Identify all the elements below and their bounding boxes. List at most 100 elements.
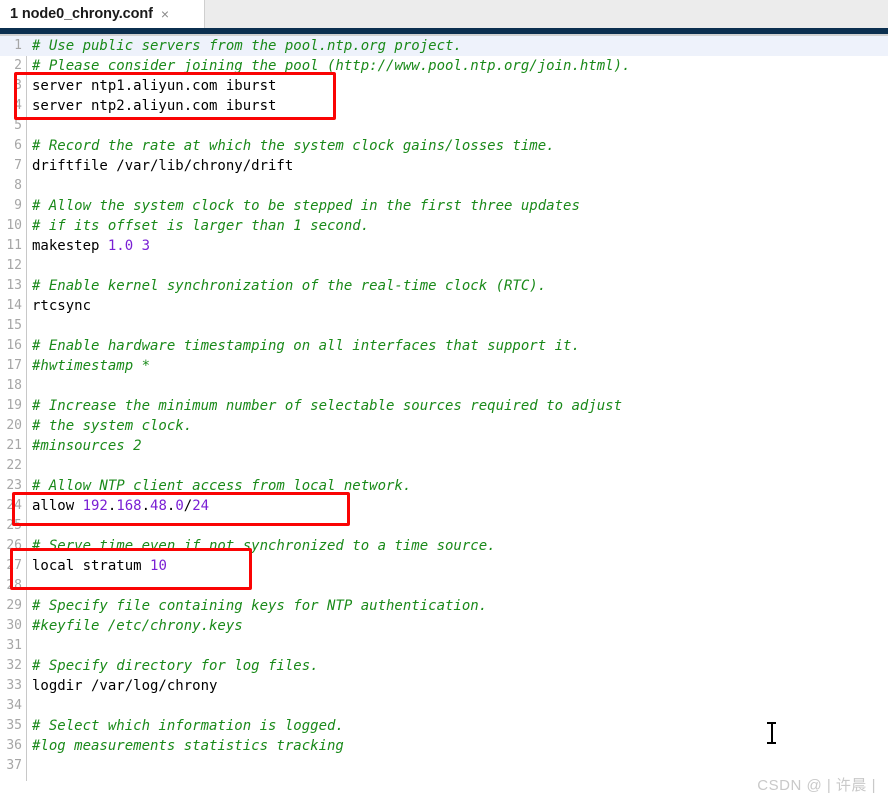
- code-line-text: # Allow NTP client access from local net…: [32, 476, 411, 496]
- code-line[interactable]: 7 driftfile /var/lib/chrony/drift: [0, 156, 888, 176]
- code-line[interactable]: 24 allow 192.168.48.0/24: [0, 496, 888, 516]
- code-line[interactable]: 23 # Allow NTP client access from local n…: [0, 476, 888, 496]
- code-line[interactable]: 5: [0, 116, 888, 136]
- code-token: .: [141, 498, 151, 514]
- line-number: 35: [6, 718, 22, 733]
- line-number: 2: [14, 58, 22, 73]
- code-line[interactable]: 27 local stratum 10: [0, 556, 888, 576]
- code-line[interactable]: 31: [0, 636, 888, 656]
- code-token: # Specify directory for log files.: [32, 658, 319, 674]
- line-number: 14: [6, 298, 22, 313]
- code-line-text: makestep 1.0 3: [32, 236, 150, 256]
- code-token: # Please consider joining the pool (http…: [32, 58, 631, 74]
- code-line[interactable]: 13 # Enable kernel synchronization of the…: [0, 276, 888, 296]
- close-icon[interactable]: ×: [161, 7, 169, 21]
- tab-label: 1 node0_chrony.conf: [10, 6, 153, 22]
- code-line[interactable]: 17 #hwtimestamp *: [0, 356, 888, 376]
- code-line[interactable]: 30 #keyfile /etc/chrony.keys: [0, 616, 888, 636]
- line-number: 21: [6, 438, 22, 453]
- code-token: # Select which information is logged.: [32, 718, 344, 734]
- code-token: #keyfile /etc/chrony.keys: [32, 618, 243, 634]
- code-token: #log measurements statistics tracking: [32, 738, 344, 754]
- code-token: server ntp2.aliyun.com iburst: [32, 98, 277, 114]
- code-token: # Specify file containing keys for NTP a…: [32, 598, 488, 614]
- code-line[interactable]: 11 makestep 1.0 3: [0, 236, 888, 256]
- code-line[interactable]: 19 # Increase the minimum number of selec…: [0, 396, 888, 416]
- code-editor[interactable]: 1 # Use public servers from the pool.ntp.…: [0, 36, 888, 805]
- code-token: rtcsync: [32, 298, 92, 314]
- code-line[interactable]: 37: [0, 756, 888, 776]
- line-number: 20: [6, 418, 22, 433]
- line-number: 34: [6, 698, 22, 713]
- code-token: server ntp1.aliyun.com iburst: [32, 78, 277, 94]
- code-line[interactable]: 22: [0, 456, 888, 476]
- code-token: 168: [116, 498, 142, 514]
- line-number: 9: [14, 198, 22, 213]
- code-line[interactable]: 9 # Allow the system clock to be stepped …: [0, 196, 888, 216]
- code-line[interactable]: 15: [0, 316, 888, 336]
- code-token: # Serve time even if not synchronized to…: [32, 538, 496, 554]
- code-line[interactable]: 33 logdir /var/log/chrony: [0, 676, 888, 696]
- code-line[interactable]: 26 # Serve time even if not synchronized …: [0, 536, 888, 556]
- code-token: local stratum: [32, 558, 151, 574]
- line-number: 7: [14, 158, 22, 173]
- code-line-text: #keyfile /etc/chrony.keys: [32, 616, 243, 636]
- code-line[interactable]: 36 #log measurements statistics tracking: [0, 736, 888, 756]
- code-line-text: # Increase the minimum number of selecta…: [32, 396, 622, 416]
- code-token: # Enable kernel synchronization of the r…: [32, 278, 547, 294]
- code-line[interactable]: 1 # Use public servers from the pool.ntp.…: [0, 36, 888, 56]
- code-token: 1.0 3: [107, 238, 151, 254]
- code-line[interactable]: 10 # if its offset is larger than 1 secon…: [0, 216, 888, 236]
- code-line[interactable]: 34: [0, 696, 888, 716]
- line-number: 5: [14, 118, 22, 133]
- code-line[interactable]: 14 rtcsync: [0, 296, 888, 316]
- code-line-text: # Record the rate at which the system cl…: [32, 136, 555, 156]
- code-line[interactable]: 29 # Specify file containing keys for NTP…: [0, 596, 888, 616]
- line-number: 10: [6, 218, 22, 233]
- code-line[interactable]: 16 # Enable hardware timestamping on all …: [0, 336, 888, 356]
- code-line[interactable]: 6 # Record the rate at which the system c…: [0, 136, 888, 156]
- code-line-text: # Select which information is logged.: [32, 716, 344, 736]
- code-line[interactable]: 8: [0, 176, 888, 196]
- line-number: 17: [6, 358, 22, 373]
- code-token: # the system clock.: [32, 418, 193, 434]
- code-line-text: local stratum 10: [32, 556, 167, 576]
- code-token: 192: [82, 498, 108, 514]
- code-line-list: 1 # Use public servers from the pool.ntp.…: [0, 36, 888, 776]
- line-number: 37: [6, 758, 22, 773]
- line-number: 8: [14, 178, 22, 193]
- code-token: # Allow NTP client access from local net…: [32, 478, 412, 494]
- tab-node0-chrony-conf[interactable]: 1 node0_chrony.conf ×: [0, 0, 205, 28]
- code-token: 10: [150, 558, 167, 574]
- code-token: # Record the rate at which the system cl…: [32, 138, 555, 154]
- code-line[interactable]: 35 # Select which information is logged.: [0, 716, 888, 736]
- line-number: 32: [6, 658, 22, 673]
- code-line[interactable]: 4 server ntp2.aliyun.com iburst: [0, 96, 888, 116]
- code-line-text: # Use public servers from the pool.ntp.o…: [32, 36, 462, 56]
- code-line[interactable]: 28: [0, 576, 888, 596]
- code-line[interactable]: 20 # the system clock.: [0, 416, 888, 436]
- code-line-text: server ntp1.aliyun.com iburst: [32, 76, 276, 96]
- code-token: #hwtimestamp *: [32, 358, 151, 374]
- code-line-text: server ntp2.aliyun.com iburst: [32, 96, 276, 116]
- code-line-text: #hwtimestamp *: [32, 356, 150, 376]
- code-line-text: #log measurements statistics tracking: [32, 736, 344, 756]
- code-line[interactable]: 32 # Specify directory for log files.: [0, 656, 888, 676]
- line-number: 18: [6, 378, 22, 393]
- code-line-text: # Serve time even if not synchronized to…: [32, 536, 496, 556]
- line-number: 33: [6, 678, 22, 693]
- code-line[interactable]: 25: [0, 516, 888, 536]
- line-number: 4: [14, 98, 22, 113]
- code-line[interactable]: 2 # Please consider joining the pool (htt…: [0, 56, 888, 76]
- code-line[interactable]: 3 server ntp1.aliyun.com iburst: [0, 76, 888, 96]
- code-line-text: # Enable kernel synchronization of the r…: [32, 276, 546, 296]
- code-line[interactable]: 12: [0, 256, 888, 276]
- line-number: 6: [14, 138, 22, 153]
- code-token: 0: [175, 498, 184, 514]
- watermark: CSDN @ | 许晨 |: [757, 777, 876, 794]
- code-line[interactable]: 18: [0, 376, 888, 396]
- code-line[interactable]: 21 #minsources 2: [0, 436, 888, 456]
- code-token: # Allow the system clock to be stepped i…: [32, 198, 580, 214]
- line-number: 31: [6, 638, 22, 653]
- code-line-text: # Please consider joining the pool (http…: [32, 56, 630, 76]
